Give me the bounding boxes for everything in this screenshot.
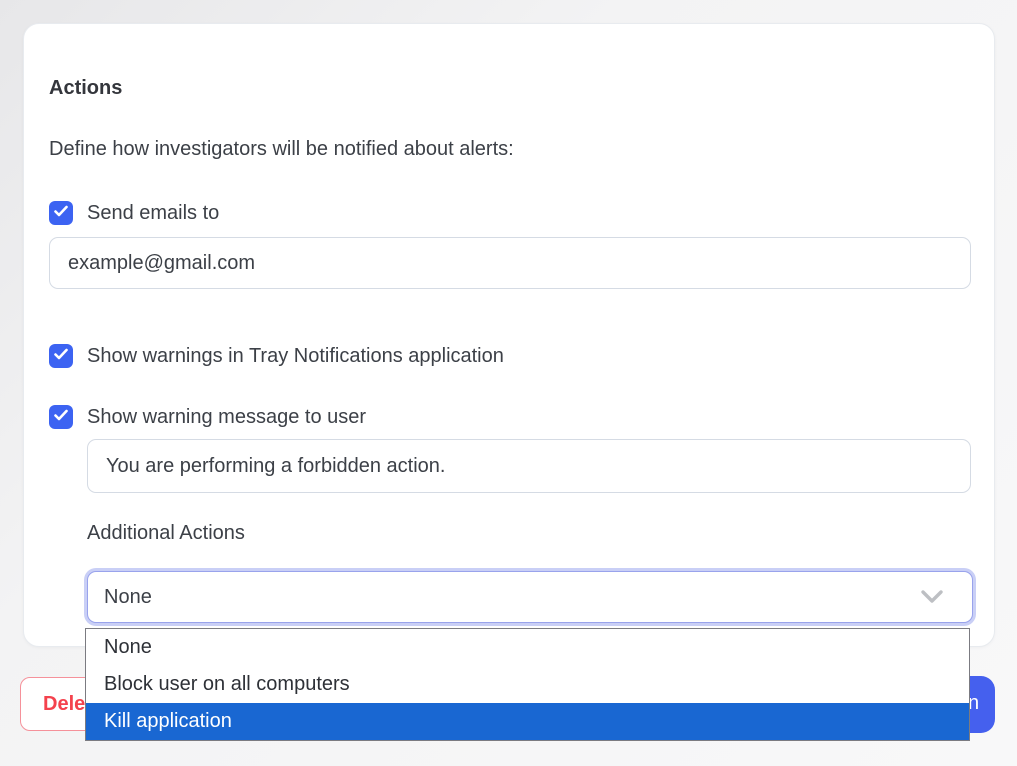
tray-warnings-label: Show warnings in Tray Notifications appl… bbox=[87, 345, 504, 368]
email-input[interactable] bbox=[49, 237, 971, 289]
checkmark-icon bbox=[54, 408, 68, 427]
send-emails-row: Send emails to bbox=[49, 201, 219, 225]
card-title: Actions bbox=[49, 77, 122, 100]
option-kill-application[interactable]: Kill application bbox=[86, 703, 969, 740]
option-none[interactable]: None bbox=[86, 629, 969, 666]
warning-message-row: Show warning message to user bbox=[49, 405, 366, 429]
checkmark-icon bbox=[54, 347, 68, 366]
actions-card: Actions Define how investigators will be… bbox=[23, 23, 995, 647]
send-emails-label: Send emails to bbox=[87, 202, 219, 225]
send-emails-checkbox[interactable] bbox=[49, 201, 73, 225]
tray-warnings-checkbox[interactable] bbox=[49, 344, 73, 368]
card-description: Define how investigators will be notifie… bbox=[49, 138, 514, 161]
selected-value: None bbox=[104, 586, 152, 609]
tray-warnings-row: Show warnings in Tray Notifications appl… bbox=[49, 344, 504, 368]
warning-message-label: Show warning message to user bbox=[87, 406, 366, 429]
additional-actions-dropdown: None Block user on all computers Kill ap… bbox=[85, 628, 970, 741]
warning-message-input[interactable] bbox=[87, 439, 971, 493]
additional-actions-select[interactable]: None bbox=[87, 571, 973, 623]
option-block-user[interactable]: Block user on all computers bbox=[86, 666, 969, 703]
chevron-down-icon bbox=[920, 589, 944, 605]
additional-actions-label: Additional Actions bbox=[87, 522, 245, 545]
checkmark-icon bbox=[54, 204, 68, 223]
warning-message-checkbox[interactable] bbox=[49, 405, 73, 429]
